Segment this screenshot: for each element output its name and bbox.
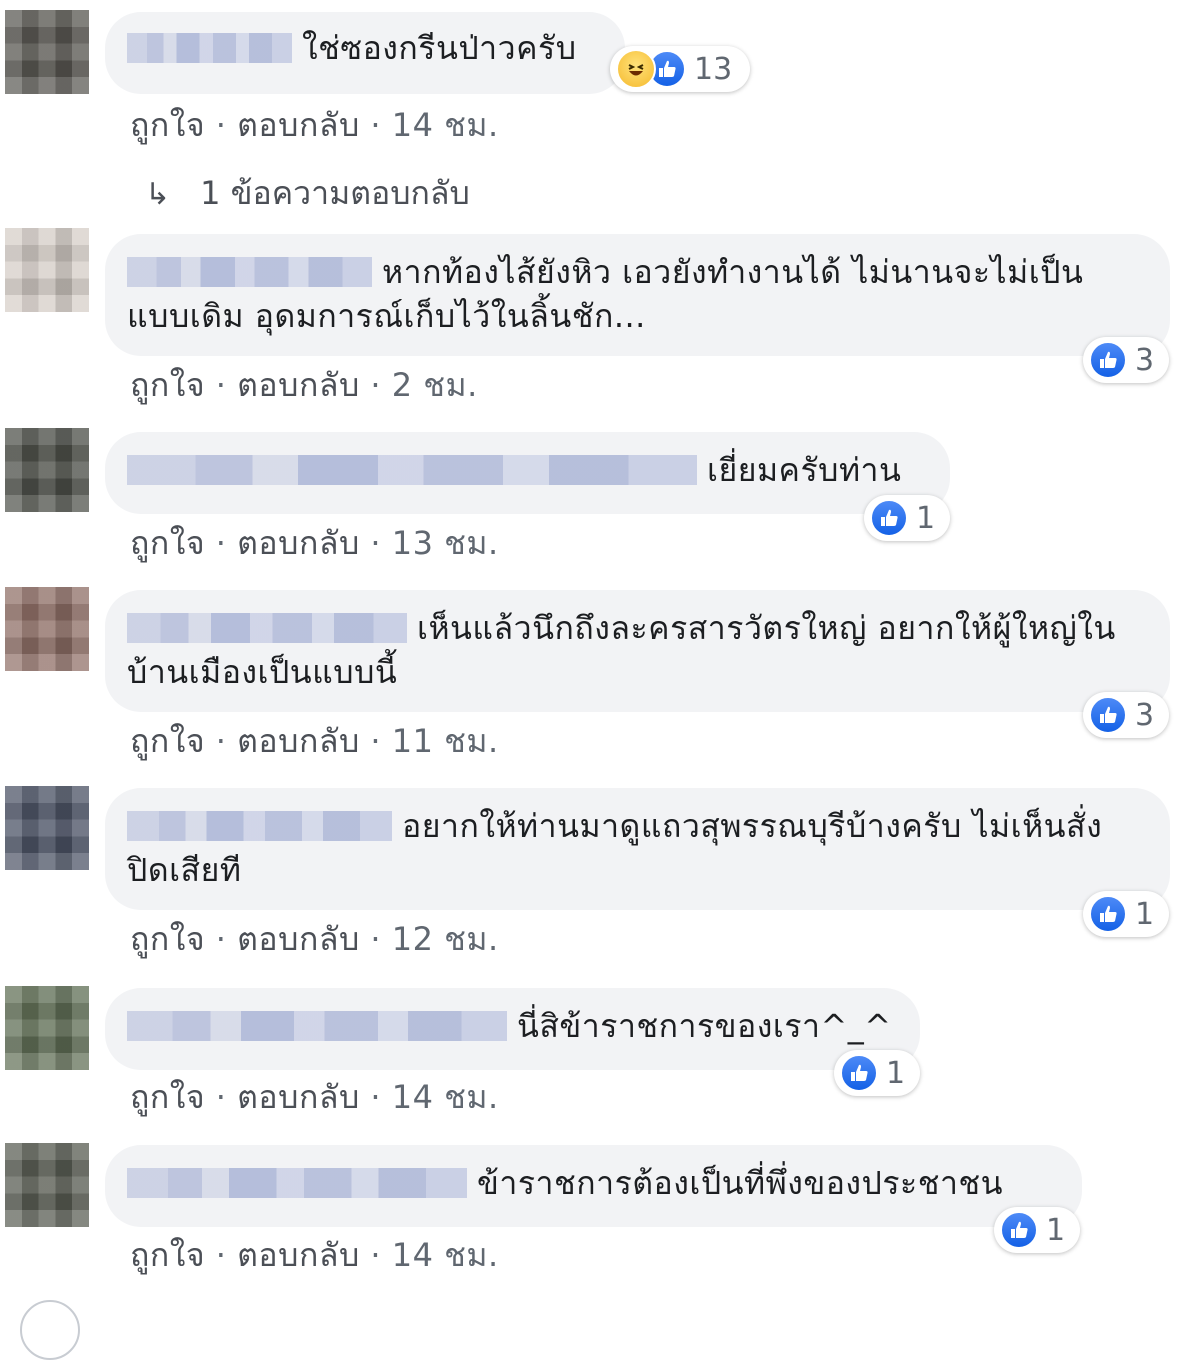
separator: · xyxy=(370,920,382,958)
author-name-blurred[interactable] xyxy=(127,811,392,841)
avatar[interactable] xyxy=(5,10,89,94)
author-name-blurred[interactable] xyxy=(127,1168,467,1198)
comment-bubble: เห็นแล้วนึกถึงละครสารวัตรใหญ่ อยากให้ผู้… xyxy=(105,590,1170,712)
separator: · xyxy=(215,106,227,144)
timestamp[interactable]: 14 ชม. xyxy=(392,1078,499,1116)
avatar[interactable] xyxy=(5,986,89,1070)
comment-meta: ถูกใจ · ตอบกลับ · 14 ชม. xyxy=(130,100,499,151)
like-icon xyxy=(1089,696,1127,734)
like-link[interactable]: ถูกใจ xyxy=(130,1236,205,1274)
like-link[interactable]: ถูกใจ xyxy=(130,366,205,404)
comment-text: ข้าราชการต้องเป็นที่พึ่งของประชาชน xyxy=(477,1164,1003,1202)
like-link[interactable]: ถูกใจ xyxy=(130,722,205,760)
timestamp[interactable]: 14 ชม. xyxy=(392,1236,499,1274)
avatar[interactable] xyxy=(5,1143,89,1227)
next-comment-avatar[interactable] xyxy=(20,1300,80,1360)
reply-link[interactable]: ตอบกลับ xyxy=(237,366,360,404)
author-name-blurred[interactable] xyxy=(127,613,407,643)
avatar[interactable] xyxy=(5,786,89,870)
separator: · xyxy=(215,524,227,562)
separator: · xyxy=(370,106,382,144)
like-count: 3 xyxy=(1135,697,1155,733)
separator: · xyxy=(215,722,227,760)
reaction-count[interactable]: 1 xyxy=(994,1207,1080,1253)
like-link[interactable]: ถูกใจ xyxy=(130,920,205,958)
separator: · xyxy=(215,1236,227,1274)
haha-icon xyxy=(616,49,656,89)
separator: · xyxy=(215,366,227,404)
reply-link[interactable]: ตอบกลับ xyxy=(237,1236,360,1274)
timestamp[interactable]: 13 ชม. xyxy=(392,524,499,562)
like-link[interactable]: ถูกใจ xyxy=(130,1078,205,1116)
replies-label: 1 ข้อความตอบกลับ xyxy=(200,174,470,212)
timestamp[interactable]: 14 ชม. xyxy=(392,106,499,144)
comment-bubble: ใช่ซองกรีนป่าวครับ xyxy=(105,12,625,94)
like-count: 13 xyxy=(694,51,733,87)
avatar[interactable] xyxy=(5,587,89,671)
comment-meta: ถูกใจ · ตอบกลับ · 2 ชม. xyxy=(130,360,478,411)
author-name-blurred[interactable] xyxy=(127,257,372,287)
like-link[interactable]: ถูกใจ xyxy=(130,106,205,144)
separator: · xyxy=(215,920,227,958)
like-count: 1 xyxy=(916,500,936,536)
avatar[interactable] xyxy=(5,428,89,512)
author-name-blurred[interactable] xyxy=(127,33,292,63)
view-replies-link[interactable]: ↳ 1 ข้อความตอบกลับ xyxy=(145,168,470,219)
like-icon xyxy=(840,1054,878,1092)
like-count: 1 xyxy=(1135,896,1155,932)
like-icon xyxy=(1000,1211,1038,1249)
reaction-count[interactable]: 1 xyxy=(864,495,950,541)
reaction-count[interactable]: 1 xyxy=(1083,891,1169,937)
comment-bubble: เยี่ยมครับท่าน xyxy=(105,432,950,514)
reaction-count[interactable]: 3 xyxy=(1083,692,1169,738)
reply-arrow-icon: ↳ xyxy=(145,177,171,212)
reply-link[interactable]: ตอบกลับ xyxy=(237,722,360,760)
separator: · xyxy=(370,1236,382,1274)
comment-bubble: อยากให้ท่านมาดูแถวสุพรรณบุรีบ้างครับ ไม่… xyxy=(105,788,1170,910)
reaction-count[interactable]: 3 xyxy=(1083,337,1169,383)
like-count: 1 xyxy=(886,1055,906,1091)
timestamp[interactable]: 12 ชม. xyxy=(392,920,499,958)
reaction-count[interactable]: 1 xyxy=(834,1050,920,1096)
like-icon xyxy=(1089,895,1127,933)
separator: · xyxy=(370,524,382,562)
separator: · xyxy=(370,1078,382,1116)
separator: · xyxy=(370,722,382,760)
reply-link[interactable]: ตอบกลับ xyxy=(237,920,360,958)
reaction-count[interactable]: 13 xyxy=(610,46,750,92)
comment-text: ใช่ซองกรีนป่าวครับ xyxy=(302,29,577,67)
comment-meta: ถูกใจ · ตอบกลับ · 14 ชม. xyxy=(130,1072,499,1123)
comment-bubble: นี่สิข้าราชการของเรา^_^ xyxy=(105,988,920,1070)
like-link[interactable]: ถูกใจ xyxy=(130,524,205,562)
comment-meta: ถูกใจ · ตอบกลับ · 12 ชม. xyxy=(130,914,499,965)
comment-text: เยี่ยมครับท่าน xyxy=(707,451,902,489)
reply-link[interactable]: ตอบกลับ xyxy=(237,106,360,144)
separator: · xyxy=(215,1078,227,1116)
reply-link[interactable]: ตอบกลับ xyxy=(237,1078,360,1116)
timestamp[interactable]: 2 ชม. xyxy=(392,366,478,404)
author-name-blurred[interactable] xyxy=(127,1011,507,1041)
comment-text: นี่สิข้าราชการของเรา^_^ xyxy=(517,1007,892,1045)
like-count: 1 xyxy=(1046,1212,1066,1248)
comment-meta: ถูกใจ · ตอบกลับ · 14 ชม. xyxy=(130,1230,499,1281)
separator: · xyxy=(370,366,382,404)
reply-link[interactable]: ตอบกลับ xyxy=(237,524,360,562)
author-name-blurred[interactable] xyxy=(127,455,697,485)
like-count: 3 xyxy=(1135,342,1155,378)
comment-bubble: ข้าราชการต้องเป็นที่พึ่งของประชาชน xyxy=(105,1145,1082,1227)
like-icon xyxy=(1089,341,1127,379)
like-icon xyxy=(870,499,908,537)
comment-meta: ถูกใจ · ตอบกลับ · 11 ชม. xyxy=(130,716,499,767)
timestamp[interactable]: 11 ชม. xyxy=(392,722,499,760)
avatar[interactable] xyxy=(5,228,89,312)
comment-meta: ถูกใจ · ตอบกลับ · 13 ชม. xyxy=(130,518,499,569)
comment-bubble: หากท้องไส้ยังหิว เอวยังทำงานได้ ไม่นานจะ… xyxy=(105,234,1170,356)
